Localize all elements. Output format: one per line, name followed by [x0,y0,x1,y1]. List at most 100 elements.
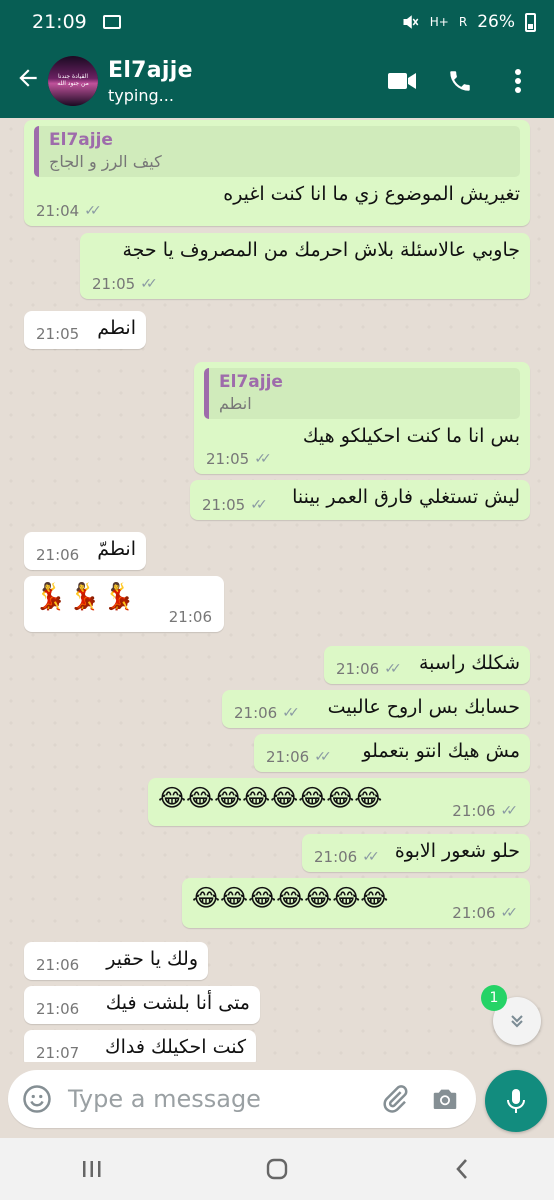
message-meta: 21:06 ✓✓ [452,904,518,922]
avatar-text: القيادة جندنا من جنود الله [57,73,89,87]
network-indicator: H+ [429,15,449,29]
message-bubble[interactable]: El7ajje كيف الرز و الجاج تغيريش الموضوع … [24,120,530,226]
message-bubble[interactable]: حلو شعور الابوة 21:06 ✓✓ [302,834,530,872]
read-ticks-icon: ✓✓ [500,905,519,921]
message-meta: 21:05 [36,325,79,343]
message-text: جاوبي عالاسئلة بلاش احرمك من المصروف يا … [122,239,520,261]
read-ticks-icon: ✓✓ [84,203,102,219]
read-ticks-icon: ✓✓ [500,803,519,819]
video-call-button[interactable] [386,65,418,97]
message-bubble[interactable]: انطم 21:05 [24,311,146,349]
message-meta: 21:06 ✓✓ [452,802,518,820]
message-bubble[interactable]: متى أنا بلشت فيك 21:06 [24,986,260,1024]
message-time: 21:06 [36,1000,80,1018]
image-notification-icon [102,15,121,29]
message-time: 21:05 [206,450,250,468]
paperclip-icon[interactable] [380,1084,410,1114]
quoted-message[interactable]: El7ajje انطم [204,368,520,419]
message-list[interactable]: El7ajje كيف الرز و الجاج تغيريش الموضوع … [0,118,554,1062]
read-ticks-icon: ✓✓ [282,705,300,721]
status-bar: 21:09 H+ R 26% [0,0,554,44]
message-time: 21:06 [452,802,496,820]
camera-icon[interactable] [430,1084,460,1114]
more-vert-icon [515,69,521,93]
message-time: 21:05 [202,496,246,514]
read-ticks-icon: ✓✓ [384,661,402,677]
message-meta: 21:06 [36,546,79,564]
quoted-message[interactable]: El7ajje كيف الرز و الجاج [34,126,520,177]
mute-icon [403,15,419,29]
emoji-icon[interactable] [22,1084,52,1114]
message-meta: 21:06 ✓✓ [336,660,402,678]
back-nav-button[interactable] [432,1149,492,1189]
message-bubble[interactable]: 💃💃💃 21:06 [24,576,224,632]
voice-message-button[interactable] [485,1070,547,1132]
read-ticks-icon: ✓✓ [254,451,272,467]
chat-header: القيادة جندنا من جنود الله El7ajje typin… [0,44,554,118]
read-ticks-icon: ✓✓ [140,276,158,292]
message-time: 21:04 [36,202,80,220]
read-ticks-icon: ✓✓ [250,497,268,513]
quoted-author: El7ajje [49,130,113,150]
voice-call-button[interactable] [444,65,476,97]
message-bubble[interactable]: مش هيك انتو بتعملو 21:06 ✓✓ [254,734,530,772]
message-bubble[interactable]: جاوبي عالاسئلة بلاش احرمك من المصروف يا … [80,233,530,299]
message-bubble[interactable]: انطمّ 21:06 [24,532,146,570]
phone-icon [450,71,470,91]
message-time: 21:06 [336,660,380,678]
battery-percent: 26% [477,12,515,32]
message-time: 21:05 [92,275,136,293]
status-indicators: H+ R 26% [402,12,536,32]
message-bubble[interactable]: ولك يا حقير 21:06 [24,942,208,980]
message-input-container[interactable]: Type a message [8,1070,476,1128]
arrow-left-icon [19,68,37,87]
avatar[interactable]: القيادة جندنا من جنود الله [48,56,98,106]
message-time: 21:05 [36,325,80,343]
message-meta: 21:06 ✓✓ [234,704,300,722]
contact-info[interactable]: El7ajje typing... [108,58,386,105]
message-bubble[interactable]: ليش تستغلي فارق العمر بيننا 21:05 ✓✓ [190,480,530,520]
home-button[interactable] [247,1149,307,1189]
message-meta: 21:06 [36,956,79,974]
unread-badge: 1 [481,985,507,1011]
message-meta: 21:06 ✓✓ [314,848,380,866]
message-meta: 21:07 [36,1044,79,1062]
video-call-icon [388,73,416,89]
message-text: تغيريش الموضوع زي ما انا كنت اغيره [223,183,520,205]
message-bubble[interactable]: شكلك راسبة 21:06 ✓✓ [324,646,530,684]
message-meta: 21:06 ✓✓ [266,748,332,766]
message-time: 21:06 [452,904,496,922]
mic-icon [507,1089,525,1113]
recent-apps-button[interactable] [62,1149,122,1189]
message-meta: 21:04 ✓✓ [36,202,102,220]
signal-indicator: R [458,15,468,29]
message-meta: 21:06 [169,608,212,626]
message-input[interactable]: Type a message [68,1085,380,1113]
message-bubble[interactable]: كنت احكيلك فداك 21:07 [24,1030,256,1062]
message-time: 21:07 [36,1044,80,1062]
read-ticks-icon: ✓✓ [314,749,332,765]
contact-name: El7ajje [108,57,193,83]
message-time: 21:06 [314,848,358,866]
quoted-author: El7ajje [219,372,283,392]
more-options-button[interactable] [502,65,534,97]
message-time: 21:06 [36,956,80,974]
message-bubble[interactable]: El7ajje انطم بس انا ما كنت احكيلكو هيك 2… [194,362,530,474]
message-meta: 21:05 ✓✓ [202,496,268,514]
message-time: 21:06 [266,748,310,766]
message-bubble[interactable]: 😂😂😂😂😂😂😂😂 21:06 ✓✓ [148,778,530,826]
message-time: 21:06 [36,546,80,564]
read-ticks-icon: ✓✓ [362,849,380,865]
message-bubble[interactable]: 😂😂😂😂😂😂😂 21:06 ✓✓ [182,878,530,928]
status-time: 21:09 [32,11,87,33]
system-nav-bar [0,1138,554,1200]
message-meta: 21:06 [36,1000,79,1018]
battery-icon [525,12,536,32]
contact-status: typing... [108,85,174,105]
back-button[interactable] [8,65,48,98]
message-meta: 21:05 ✓✓ [206,450,272,468]
composer: Type a message [0,1062,554,1138]
recent-apps-icon [83,1161,101,1177]
message-text: بس انا ما كنت احكيلكو هيك [302,425,520,447]
message-bubble[interactable]: حسابك بس اروح عالبيت 21:06 ✓✓ [222,690,530,728]
